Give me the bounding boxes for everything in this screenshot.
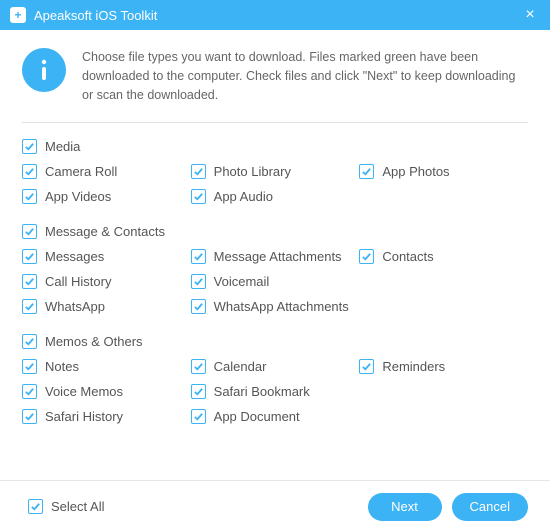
checkbox-contacts[interactable]: Contacts <box>359 247 528 266</box>
checkbox-icon <box>359 359 374 374</box>
checkbox-label: Message Attachments <box>214 249 342 264</box>
group-media: Media Camera Roll Photo Library App Photos A… <box>22 137 528 206</box>
checkbox-notes[interactable]: Notes <box>22 357 191 376</box>
checkbox-calendar[interactable]: Calendar <box>191 357 360 376</box>
checkbox-whatsapp-attachments[interactable]: WhatsApp Attachments <box>191 297 360 316</box>
items-grid: Messages Message Attachments Contacts Call … <box>22 247 528 316</box>
checkbox-photo-library[interactable]: Photo Library <box>191 162 360 181</box>
checkbox-icon <box>191 299 206 314</box>
checkbox-app-photos[interactable]: App Photos <box>359 162 528 181</box>
checkbox-icon <box>22 224 37 239</box>
group-header-label: Message & Contacts <box>45 224 165 239</box>
checkbox-label: Safari Bookmark <box>214 384 310 399</box>
checkbox-label: App Photos <box>382 164 449 179</box>
grid-spacer <box>359 272 528 291</box>
checkbox-icon <box>191 384 206 399</box>
grid-spacer <box>359 382 528 401</box>
checkbox-icon <box>191 249 206 264</box>
checkbox-label: WhatsApp <box>45 299 105 314</box>
info-text: Choose file types you want to download. … <box>82 48 528 104</box>
next-button[interactable]: Next <box>368 493 442 521</box>
info-icon <box>22 48 66 92</box>
checkbox-voicemail[interactable]: Voicemail <box>191 272 360 291</box>
checkbox-safari-history[interactable]: Safari History <box>22 407 191 426</box>
checkbox-label: Reminders <box>382 359 445 374</box>
checkbox-icon <box>22 139 37 154</box>
checkbox-icon <box>359 164 374 179</box>
items-grid: Camera Roll Photo Library App Photos App Vi… <box>22 162 528 206</box>
checkbox-label: App Document <box>214 409 300 424</box>
checkbox-icon <box>191 189 206 204</box>
group-message-contacts: Message & Contacts Messages Message Attach… <box>22 222 528 316</box>
checkbox-icon <box>191 274 206 289</box>
checkbox-label: Voicemail <box>214 274 270 289</box>
select-all-row: Select All <box>28 497 358 516</box>
checkbox-messages[interactable]: Messages <box>22 247 191 266</box>
checkbox-icon <box>22 334 37 349</box>
checkbox-icon <box>22 384 37 399</box>
checkbox-icon <box>22 164 37 179</box>
checkbox-label: Photo Library <box>214 164 291 179</box>
checkbox-label: Messages <box>45 249 104 264</box>
group-header-label: Memos & Others <box>45 334 143 349</box>
checkbox-label: Voice Memos <box>45 384 123 399</box>
checkbox-reminders[interactable]: Reminders <box>359 357 528 376</box>
checkbox-message-attachments[interactable]: Message Attachments <box>191 247 360 266</box>
footer: Select All Next Cancel <box>0 480 550 532</box>
group-memos-others: Memos & Others Notes Calendar Reminders Voic… <box>22 332 528 426</box>
checkbox-icon <box>359 249 374 264</box>
app-icon: + <box>10 7 26 23</box>
checkbox-label: WhatsApp Attachments <box>214 299 349 314</box>
info-row: Choose file types you want to download. … <box>22 30 528 122</box>
checkbox-label: App Audio <box>214 189 273 204</box>
checkbox-icon <box>22 409 37 424</box>
checkbox-icon <box>28 499 43 514</box>
divider <box>22 122 528 123</box>
checkbox-app-audio[interactable]: App Audio <box>191 187 360 206</box>
select-all-checkbox[interactable]: Select All <box>28 497 358 516</box>
checkbox-icon <box>22 189 37 204</box>
checkbox-label: Camera Roll <box>45 164 117 179</box>
checkbox-label: Notes <box>45 359 79 374</box>
checkbox-icon <box>191 359 206 374</box>
checkbox-label: Calendar <box>214 359 267 374</box>
cancel-button[interactable]: Cancel <box>452 493 528 521</box>
group-header-checkbox[interactable]: Message & Contacts <box>22 222 528 241</box>
file-type-groups: Media Camera Roll Photo Library App Photos A… <box>22 137 528 426</box>
group-header-label: Media <box>45 139 80 154</box>
checkbox-label: App Videos <box>45 189 111 204</box>
checkbox-label: Call History <box>45 274 111 289</box>
checkbox-icon <box>22 249 37 264</box>
checkbox-label: Safari History <box>45 409 123 424</box>
checkbox-voice-memos[interactable]: Voice Memos <box>22 382 191 401</box>
select-all-label: Select All <box>51 499 104 514</box>
checkbox-label: Contacts <box>382 249 433 264</box>
checkbox-safari-bookmark[interactable]: Safari Bookmark <box>191 382 360 401</box>
group-header-checkbox[interactable]: Memos & Others <box>22 332 528 351</box>
checkbox-whatsapp[interactable]: WhatsApp <box>22 297 191 316</box>
items-grid: Notes Calendar Reminders Voice Memos Safari … <box>22 357 528 426</box>
checkbox-app-videos[interactable]: App Videos <box>22 187 191 206</box>
close-icon[interactable]: × <box>520 5 540 25</box>
checkbox-icon <box>22 359 37 374</box>
app-title: Apeaksoft iOS Toolkit <box>34 8 520 23</box>
checkbox-app-document[interactable]: App Document <box>191 407 360 426</box>
group-header-checkbox[interactable]: Media <box>22 137 528 156</box>
checkbox-camera-roll[interactable]: Camera Roll <box>22 162 191 181</box>
titlebar: + Apeaksoft iOS Toolkit × <box>0 0 550 30</box>
checkbox-call-history[interactable]: Call History <box>22 272 191 291</box>
checkbox-icon <box>191 409 206 424</box>
checkbox-icon <box>191 164 206 179</box>
checkbox-icon <box>22 274 37 289</box>
checkbox-icon <box>22 299 37 314</box>
content-area: Choose file types you want to download. … <box>0 30 550 480</box>
